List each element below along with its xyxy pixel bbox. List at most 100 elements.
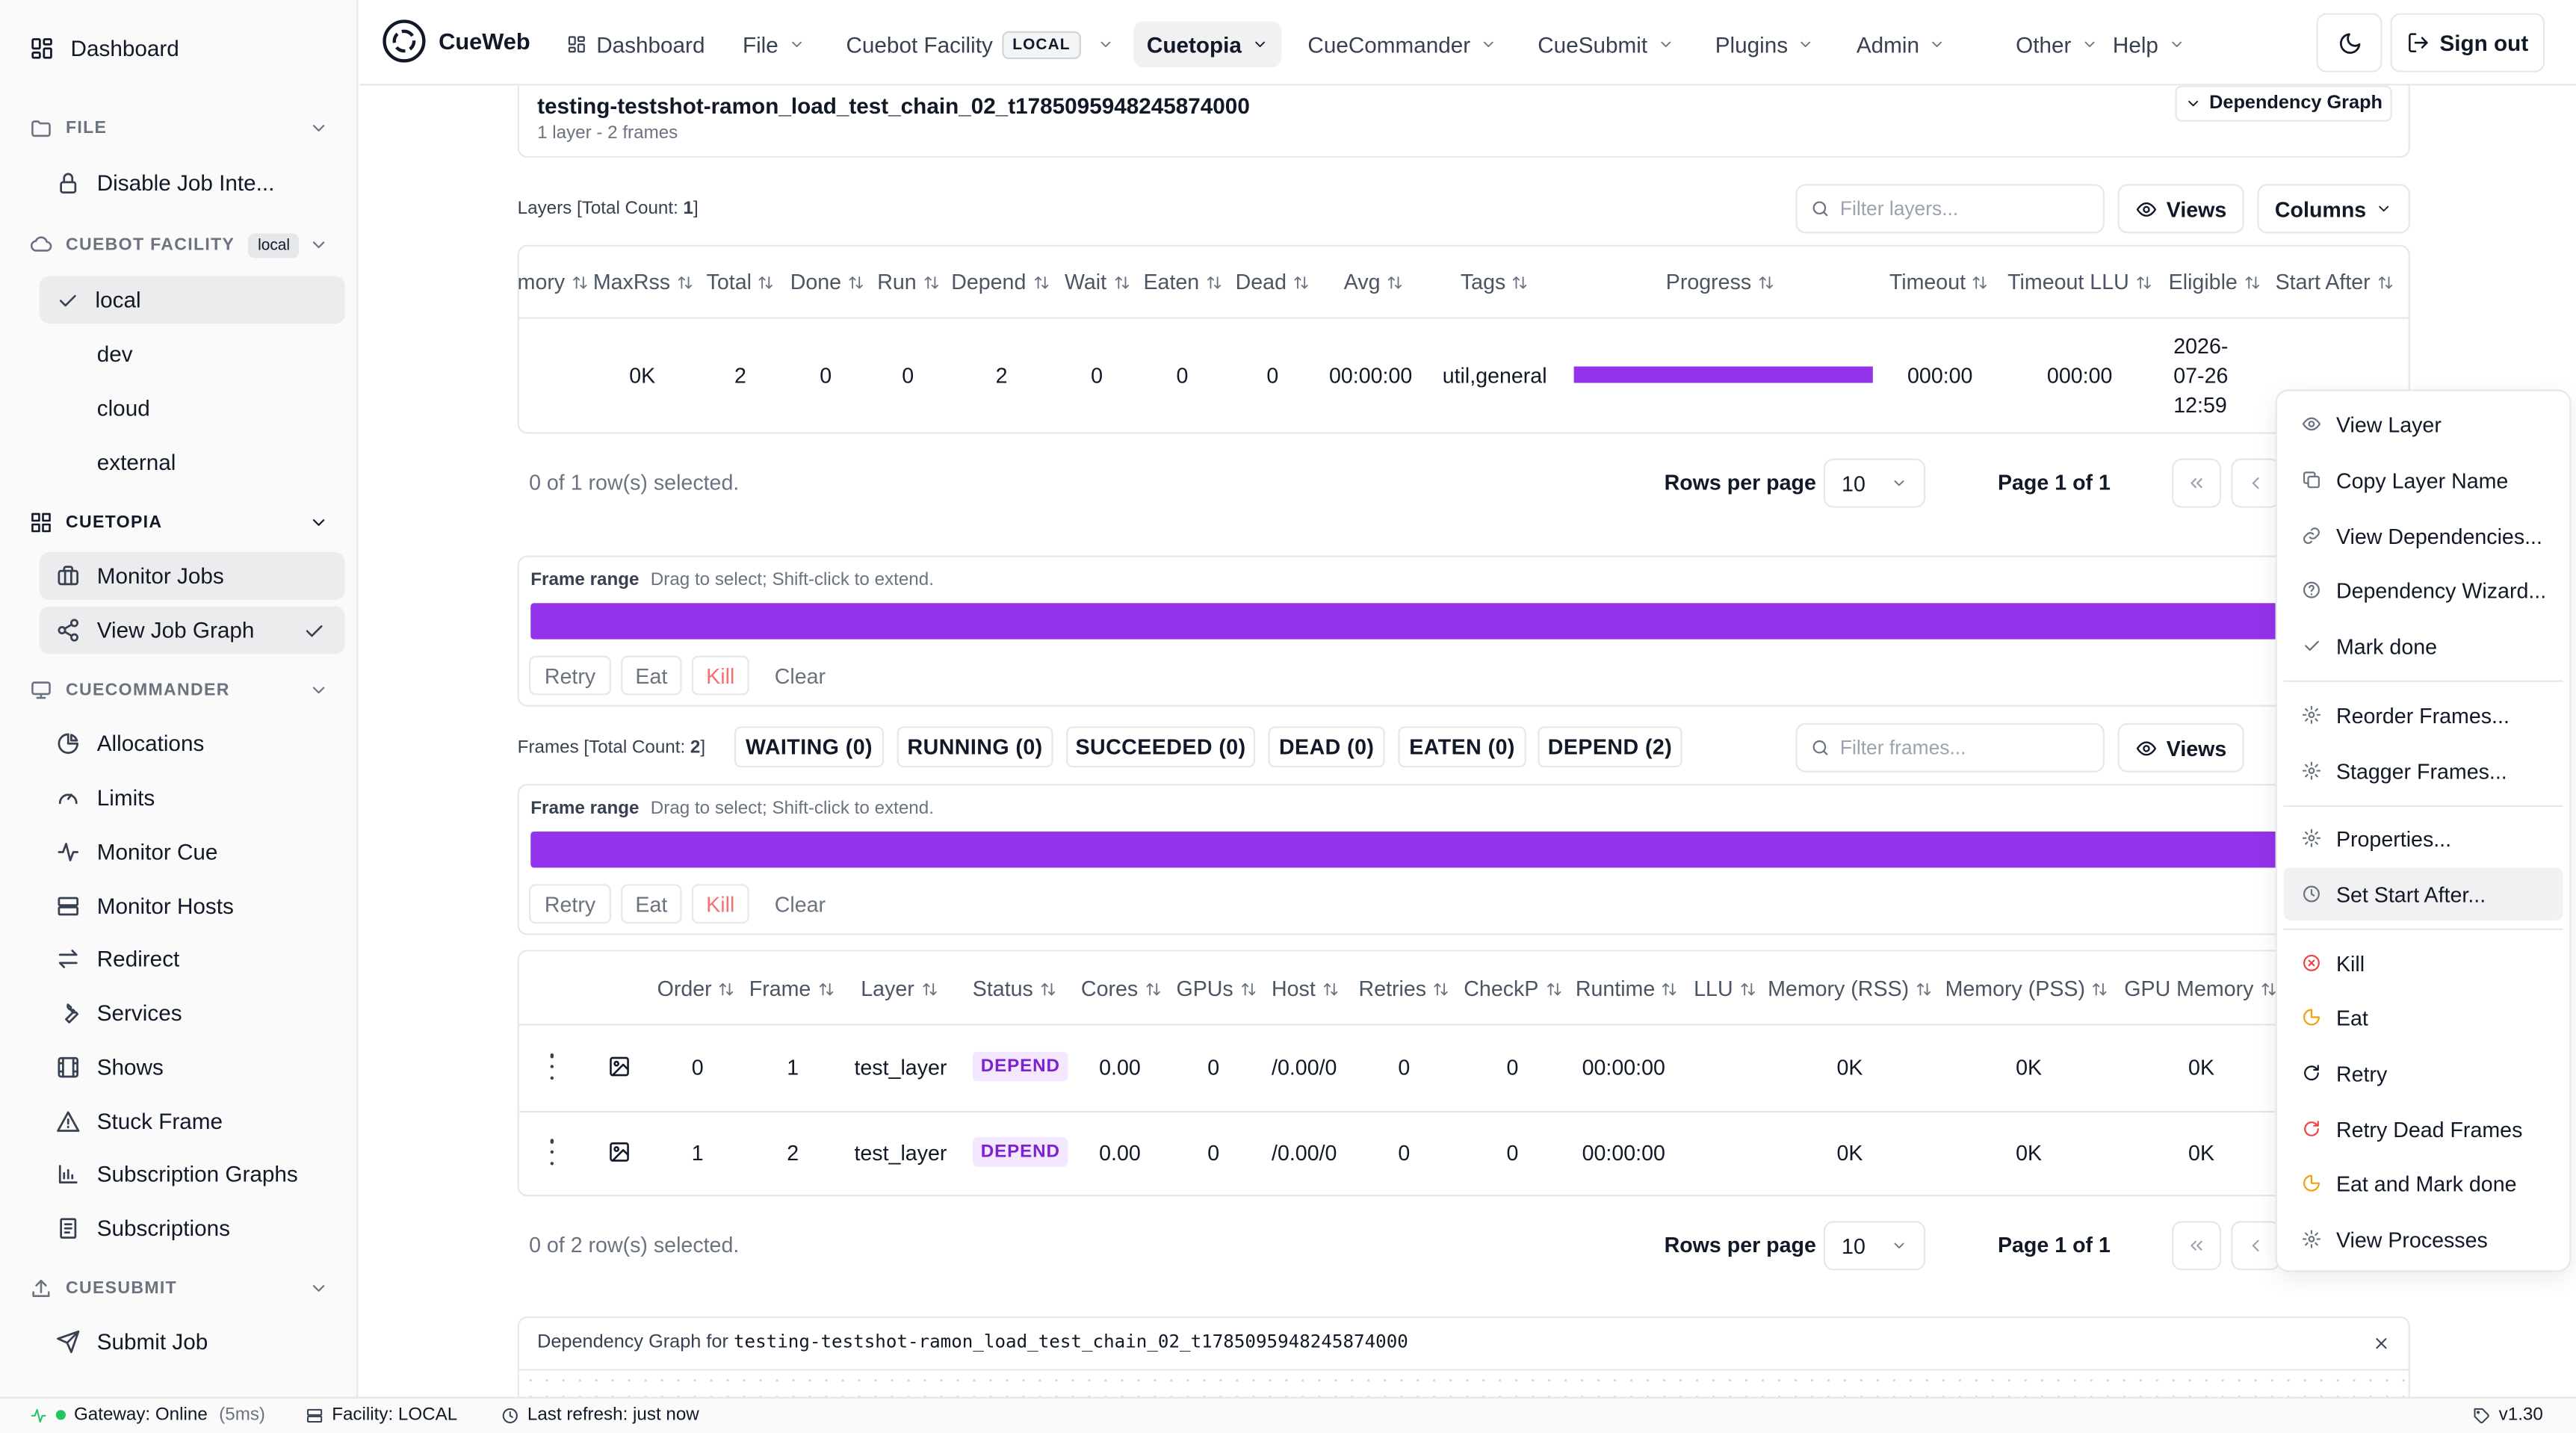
close-icon[interactable] [2372,1334,2390,1352]
col-eaten[interactable]: Eaten [1143,270,1222,294]
sidebar-section-cuetopia[interactable]: CUETOPIA [30,508,332,538]
col-progress[interactable]: Progress [1666,270,1774,294]
col-timeout-llu[interactable]: Timeout LLU [2007,270,2152,294]
sidebar-item-view-job-graph[interactable]: View Job Graph [39,606,345,654]
sidebar-item-stuck-frame[interactable]: Stuck Frame [40,1098,345,1145]
menu-item-stagger-frames[interactable]: Stagger Frames... [2284,744,2563,796]
sidebar-section-cuesubmit[interactable]: CUESUBMIT [30,1274,332,1304]
image-icon[interactable] [608,1140,631,1163]
sidebar-item-submit-job[interactable]: Submit Job [40,1318,345,1366]
col-total[interactable]: Total [707,270,775,294]
menu-item-eat-and-mark-done[interactable]: Eat and Mark done [2284,1157,2563,1209]
nav-help[interactable]: Help [2099,22,2197,68]
col-host[interactable]: Host [1272,977,1339,1001]
menu-item-view-processes[interactable]: View Processes [2284,1213,2563,1265]
menu-item-retry-dead-frames[interactable]: Retry Dead Frames [2284,1103,2563,1155]
col-llu[interactable]: LLU [1694,977,1756,1001]
nav-cuetopia[interactable]: Cuetopia [1133,21,1281,68]
menu-item-eat[interactable]: Eat [2284,991,2563,1043]
frame-range-kill-button[interactable]: Kill [691,655,749,696]
col-done[interactable]: Done [790,270,864,294]
sidebar-item-facility-external[interactable]: external [40,439,345,486]
menu-item-reorder-frames[interactable]: Reorder Frames... [2284,689,2563,741]
col-frame[interactable]: Frame [749,977,834,1001]
nav-file[interactable]: File [729,22,817,68]
layers-first-page-button[interactable] [2172,458,2222,508]
sidebar-item-limits[interactable]: Limits [40,774,345,822]
col-maxrss[interactable]: MaxRss [593,270,693,294]
col-runtime[interactable]: Runtime [1576,977,1678,1001]
theme-toggle-button[interactable] [2316,13,2383,72]
frame-range-eat-button[interactable]: Eat [621,655,682,696]
col-tags[interactable]: Tags [1461,270,1529,294]
frames-views-button[interactable]: Views [2117,722,2244,773]
nav-cuebot-facility[interactable]: Cuebot Facility LOCAL [833,22,1127,68]
col-status[interactable]: Status [973,977,1056,1001]
frames-rows-per-page-select[interactable]: 10 [1823,1221,1926,1271]
menu-item-view-layer[interactable]: View Layer [2284,397,2563,450]
filter-frames-input[interactable]: Filter frames... [1795,722,2105,773]
menu-item-copy-layer-name[interactable]: Copy Layer Name [2284,454,2563,506]
layers-columns-button[interactable]: Columns [2257,184,2410,234]
col-wait[interactable]: Wait [1065,270,1130,294]
brand[interactable]: CueWeb [383,19,530,63]
sign-out-button[interactable]: Sign out [2390,13,2545,72]
frame-range-kill-button[interactable]: Kill [691,884,749,924]
sidebar-item-services[interactable]: Services [40,989,345,1037]
nav-cuesubmit[interactable]: CueSubmit [1525,22,1687,68]
col-order[interactable]: Order [657,977,735,1001]
col-layer[interactable]: Layer [861,977,937,1001]
col-dead[interactable]: Dead [1236,270,1310,294]
sidebar-item-allocations[interactable]: Allocations [40,719,345,767]
col-gpus[interactable]: GPUs [1176,977,1256,1001]
chip-succeeded[interactable]: SUCCEEDED (0) [1066,726,1256,768]
col-memory[interactable]: mory [518,270,588,294]
frame-range-retry-button[interactable]: Retry [529,884,612,924]
nav-dashboard[interactable]: Dashboard [554,22,718,68]
nav-plugins[interactable]: Plugins [1702,22,1827,68]
col-depend[interactable]: Depend [951,270,1049,294]
col-avg[interactable]: Avg [1344,270,1404,294]
chip-depend[interactable]: DEPEND (2) [1538,726,1682,768]
sidebar-item-monitor-jobs[interactable]: Monitor Jobs [39,552,345,600]
frames-first-page-button[interactable] [2172,1221,2222,1271]
col-cores[interactable]: Cores [1081,977,1161,1001]
sidebar-item-shows[interactable]: Shows [40,1044,345,1092]
col-checkp[interactable]: CheckP [1464,977,1561,1001]
col-memory-rss[interactable]: Memory (RSS) [1768,977,1932,1001]
frame-range-bar[interactable] [530,831,2404,868]
sidebar-dashboard-link[interactable]: Dashboard [30,36,179,61]
chip-eaten[interactable]: EATEN (0) [1398,726,1526,768]
frame-range-clear-button[interactable]: Clear [758,655,841,696]
chip-waiting[interactable]: WAITING (0) [734,726,885,768]
frame-range-eat-button[interactable]: Eat [621,884,682,924]
layers-prev-page-button[interactable] [2231,458,2281,508]
dependency-graph-canvas[interactable] [522,1372,2409,1397]
col-gpu-memory[interactable]: GPU Memory [2124,977,2276,1001]
frame-range-clear-button[interactable]: Clear [758,884,841,924]
col-timeout[interactable]: Timeout [1889,270,1989,294]
frame-range-retry-button[interactable]: Retry [529,655,612,696]
menu-item-set-start-after[interactable]: Set Start After... [2283,867,2563,920]
row-actions-kebab-icon[interactable] [544,1139,560,1166]
row-actions-kebab-icon[interactable] [544,1053,560,1080]
layers-views-button[interactable]: Views [2117,184,2244,234]
chip-dead[interactable]: DEAD (0) [1268,726,1385,768]
sidebar-item-facility-local[interactable]: local [39,276,345,324]
image-icon[interactable] [608,1055,631,1078]
sidebar-item-monitor-cue[interactable]: Monitor Cue [40,829,345,876]
sidebar-item-subscription-graphs[interactable]: Subscription Graphs [40,1151,345,1198]
col-start-after[interactable]: Start After [2276,270,2394,294]
menu-item-view-dependencies[interactable]: View Dependencies... [2284,510,2563,562]
nav-other[interactable]: Other [2003,22,2111,68]
menu-item-properties[interactable]: Properties... [2284,812,2563,864]
dependency-graph-button[interactable]: Dependency Graph [2175,85,2392,122]
menu-item-dependency-wizard[interactable]: Dependency Wizard... [2284,563,2563,616]
col-retries[interactable]: Retries [1359,977,1449,1001]
sidebar-section-cuecommander[interactable]: CUECOMMANDER [30,675,332,705]
frames-prev-page-button[interactable] [2231,1221,2281,1271]
col-memory-pss[interactable]: Memory (PSS) [1945,977,2108,1001]
sidebar-item-redirect[interactable]: Redirect [40,935,345,983]
menu-item-kill[interactable]: Kill [2284,937,2563,989]
sidebar-item-facility-dev[interactable]: dev [40,330,345,378]
